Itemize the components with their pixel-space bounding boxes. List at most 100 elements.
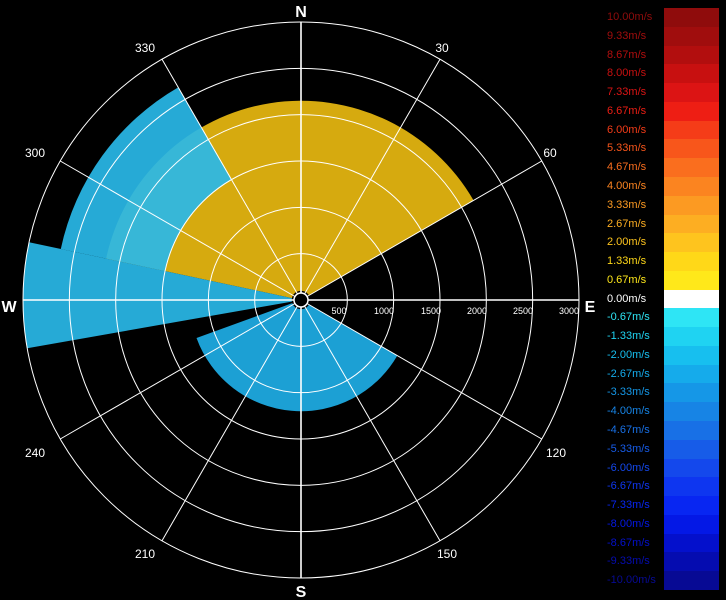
legend-label: 0.00m/s — [607, 292, 647, 305]
legend-label: -2.00m/s — [607, 348, 650, 361]
azimuth-label-150: 150 — [437, 547, 457, 561]
legend-entry: -10.00m/s — [604, 571, 722, 590]
legend-label: 7.33m/s — [607, 86, 647, 99]
azimuth-label-120: 120 — [546, 446, 566, 460]
azimuth-label-330: 330 — [135, 41, 155, 55]
legend-swatch — [664, 26, 719, 46]
legend-label: -0.67m/s — [607, 311, 650, 324]
legend-entry: -2.67m/s — [604, 364, 722, 384]
legend-swatch — [664, 402, 719, 422]
echo-region-3 — [196, 303, 398, 412]
legend-swatch — [664, 571, 719, 590]
legend-label: 2.67m/s — [607, 217, 647, 230]
legend-entry: -4.00m/s — [604, 402, 722, 422]
legend-entry: 2.67m/s — [604, 214, 722, 234]
compass-west-label: W — [1, 299, 17, 316]
legend-swatch — [664, 64, 719, 84]
range-label-500: 500 — [331, 306, 346, 316]
legend-label: 3.33m/s — [607, 198, 647, 211]
legend-entry: 7.33m/s — [604, 83, 722, 102]
legend-label: 4.67m/s — [607, 161, 647, 174]
legend-swatch — [664, 101, 719, 121]
legend-entry: -5.33m/s — [604, 439, 722, 459]
legend-swatch — [664, 308, 719, 328]
legend-swatch — [664, 327, 719, 346]
legend-label: -8.67m/s — [607, 536, 650, 549]
legend-label: -6.67m/s — [607, 480, 650, 493]
legend-label: 2.00m/s — [607, 236, 647, 249]
range-label-1500: 1500 — [421, 306, 441, 316]
legend-label: 1.33m/s — [607, 255, 647, 268]
legend-entry: -2.00m/s — [604, 345, 722, 365]
legend-label: -4.67m/s — [607, 424, 650, 437]
legend-entry: 10.00m/s — [604, 8, 722, 27]
legend-swatch — [664, 533, 719, 553]
range-label-3000: 3000 — [559, 306, 579, 316]
legend-swatch — [664, 458, 719, 478]
legend-swatch — [664, 120, 719, 140]
legend-label: -10.00m/s — [607, 574, 656, 587]
legend-entry: -3.33m/s — [604, 383, 722, 403]
radar-center-marker — [293, 292, 309, 308]
compass-north-label: N — [295, 4, 307, 21]
azimuth-spoke-150 — [300, 299, 441, 542]
legend-entry: 4.00m/s — [604, 176, 722, 196]
legend-swatch — [664, 45, 719, 65]
legend-entry: -8.67m/s — [604, 533, 722, 553]
azimuth-label-60: 60 — [543, 146, 557, 160]
legend-entry: 0.67m/s — [604, 270, 722, 290]
legend-swatch — [664, 252, 719, 271]
legend-label: 0.67m/s — [607, 273, 647, 286]
azimuth-label-240: 240 — [25, 446, 45, 460]
legend-entry: -1.33m/s — [604, 327, 722, 346]
legend-swatch — [664, 421, 719, 440]
legend-swatch — [664, 496, 719, 515]
legend-swatch — [664, 383, 719, 403]
legend-label: 5.33m/s — [607, 142, 647, 155]
legend-label: 6.00m/s — [607, 123, 647, 136]
polar-grid — [22, 21, 580, 579]
compass-east-label: E — [585, 299, 596, 316]
legend-swatch — [664, 233, 719, 253]
legend-swatch — [664, 364, 719, 384]
compass-south-label: S — [296, 584, 307, 600]
legend-swatch — [664, 439, 719, 459]
legend-label: 10.00m/s — [607, 11, 653, 23]
legend-swatch — [664, 176, 719, 196]
legend-entry: 8.00m/s — [604, 64, 722, 84]
legend-label: -4.00m/s — [607, 405, 650, 418]
legend-label: -3.33m/s — [607, 386, 650, 399]
radar-ppi-plot: N E S W 30 60 120 150 210 240 300 330 50… — [1, 4, 596, 600]
legend-swatch — [664, 477, 719, 497]
legend-label: 4.00m/s — [607, 179, 647, 192]
legend-label: -8.00m/s — [607, 517, 650, 530]
range-label-1000: 1000 — [374, 306, 394, 316]
azimuth-label-210: 210 — [135, 547, 155, 561]
legend-swatch — [664, 552, 719, 572]
legend-swatch — [664, 514, 719, 534]
legend-entry: 4.67m/s — [604, 158, 722, 177]
azimuth-label-300: 300 — [25, 146, 45, 160]
legend-entry: 2.00m/s — [604, 233, 722, 253]
legend-swatch — [664, 345, 719, 365]
legend-label: 8.67m/s — [607, 48, 647, 61]
legend-entry: -8.00m/s — [604, 514, 722, 534]
legend-swatch — [664, 158, 719, 177]
velocity-colorbar-legend: 10.00m/s 9.33m/s 8.67m/s 8.00m/s 7.33m/s 6.67… — [604, 8, 722, 590]
legend-swatch — [664, 195, 719, 215]
legend-label: -7.33m/s — [607, 499, 650, 512]
azimuth-label-30: 30 — [435, 41, 449, 55]
legend-entry: 8.67m/s — [604, 45, 722, 65]
legend-swatch — [664, 270, 719, 290]
legend-label: -1.33m/s — [607, 330, 650, 343]
legend-label: -6.00m/s — [607, 461, 650, 474]
legend-entry: -6.00m/s — [604, 458, 722, 478]
range-label-2500: 2500 — [513, 306, 533, 316]
echo-layer — [23, 87, 474, 412]
legend-label: -2.67m/s — [607, 367, 650, 380]
legend-entry: 5.33m/s — [604, 139, 722, 159]
legend-label: -9.33m/s — [607, 555, 650, 568]
legend-entry: -6.67m/s — [604, 477, 722, 497]
legend-label: 8.00m/s — [607, 67, 647, 80]
legend-swatch — [664, 139, 719, 159]
